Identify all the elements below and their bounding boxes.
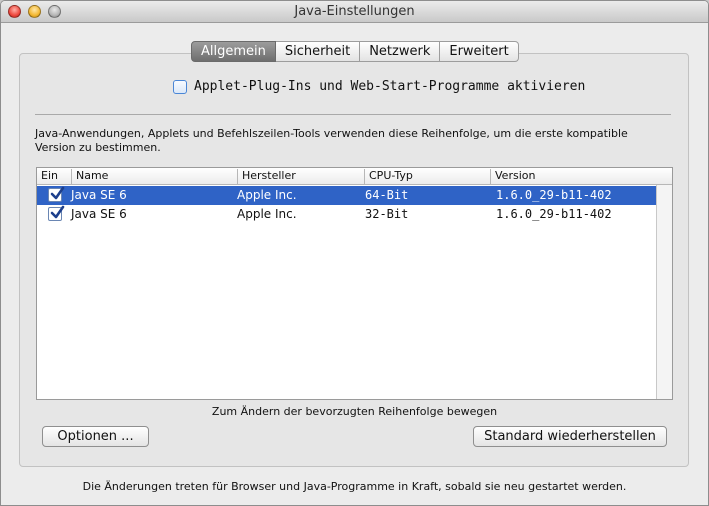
column-header-name[interactable]: Name xyxy=(71,169,237,184)
checkmark-icon xyxy=(50,205,65,219)
table-row[interactable]: Java SE 6 Apple Inc. 64-Bit 1.6.0_29-b11… xyxy=(37,186,656,205)
tab-erweitert[interactable]: Erweitert xyxy=(440,41,519,62)
cell-name: Java SE 6 xyxy=(71,207,127,221)
table-row[interactable]: Java SE 6 Apple Inc. 32-Bit 1.6.0_29-b11… xyxy=(37,205,656,224)
window-title: Java-Einstellungen xyxy=(294,4,415,19)
applet-enable-row[interactable]: Applet-Plug-Ins und Web-Start-Programme … xyxy=(173,79,585,94)
order-description: Java-Anwendungen, Applets und Befehlszei… xyxy=(35,127,628,154)
tab-sicherheit[interactable]: Sicherheit xyxy=(275,41,361,62)
restore-defaults-button[interactable]: Standard wiederherstellen xyxy=(473,426,667,447)
tab-allgemein[interactable]: Allgemein xyxy=(191,41,276,62)
checkmark-icon xyxy=(50,186,65,200)
preferences-window: Java-Einstellungen Allgemein Sicherheit … xyxy=(0,0,709,506)
table-header-corner xyxy=(656,168,672,185)
tab-netzwerk[interactable]: Netzwerk xyxy=(360,41,441,62)
title-bar[interactable]: Java-Einstellungen xyxy=(1,1,708,23)
java-versions-table: Ein Name Hersteller CPU-Typ Version Java… xyxy=(36,167,673,400)
column-header-version[interactable]: Version xyxy=(490,169,656,184)
separator xyxy=(35,114,671,115)
tab-bar: Allgemein Sicherheit Netzwerk Erweitert xyxy=(191,41,519,62)
cell-vendor: Apple Inc. xyxy=(237,207,297,221)
applet-enable-checkbox[interactable] xyxy=(173,79,187,94)
row-enable-checkbox[interactable] xyxy=(48,205,65,221)
reorder-hint: Zum Ändern der bevorzugten Reihenfolge b… xyxy=(211,405,498,418)
column-header-cpu-typ[interactable]: CPU-Typ xyxy=(364,169,490,184)
cell-version: 1.6.0_29-b11-402 xyxy=(496,188,612,202)
column-header-hersteller[interactable]: Hersteller xyxy=(237,169,364,184)
cell-version: 1.6.0_29-b11-402 xyxy=(496,207,612,221)
row-enable-checkbox[interactable] xyxy=(48,186,65,202)
cell-cpu: 64-Bit xyxy=(365,188,409,202)
table-header: Ein Name Hersteller CPU-Typ Version xyxy=(37,168,656,185)
cell-cpu: 32-Bit xyxy=(365,207,409,221)
cell-vendor: Apple Inc. xyxy=(237,188,297,202)
column-header-ein[interactable]: Ein xyxy=(37,169,71,184)
restart-notice: Die Änderungen treten für Browser und Ja… xyxy=(82,480,627,493)
applet-enable-label[interactable]: Applet-Plug-Ins und Web-Start-Programme … xyxy=(194,79,585,94)
cell-name: Java SE 6 xyxy=(71,188,127,202)
table-scrollbar[interactable] xyxy=(656,185,672,399)
options-button[interactable]: Optionen ... xyxy=(42,426,149,447)
